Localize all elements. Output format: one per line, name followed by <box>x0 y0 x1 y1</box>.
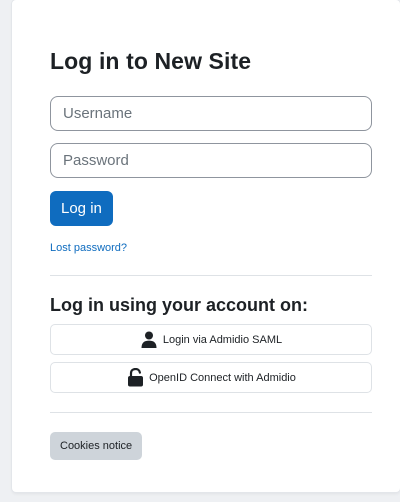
saml-login-button[interactable]: Login via Admidio SAML <box>50 324 372 355</box>
sso-heading: Log in using your account on: <box>50 295 308 315</box>
openid-login-button[interactable]: OpenID Connect with Admidio <box>50 362 372 393</box>
divider <box>50 275 372 276</box>
password-input[interactable] <box>50 143 372 178</box>
login-button[interactable]: Log in <box>50 191 113 226</box>
user-icon <box>140 331 158 349</box>
page-title: Log in to New Site <box>50 48 252 74</box>
lost-password-link[interactable]: Lost password? <box>50 242 127 254</box>
username-input[interactable] <box>50 96 372 131</box>
login-card: Log in to New Site Log in Lost password?… <box>12 0 400 492</box>
saml-login-label: Login via Admidio SAML <box>162 333 283 346</box>
cookies-notice-button[interactable]: Cookies notice <box>50 432 143 460</box>
unlock-icon <box>126 368 144 387</box>
openid-login-label: OpenID Connect with Admidio <box>149 371 296 384</box>
divider <box>50 412 372 413</box>
